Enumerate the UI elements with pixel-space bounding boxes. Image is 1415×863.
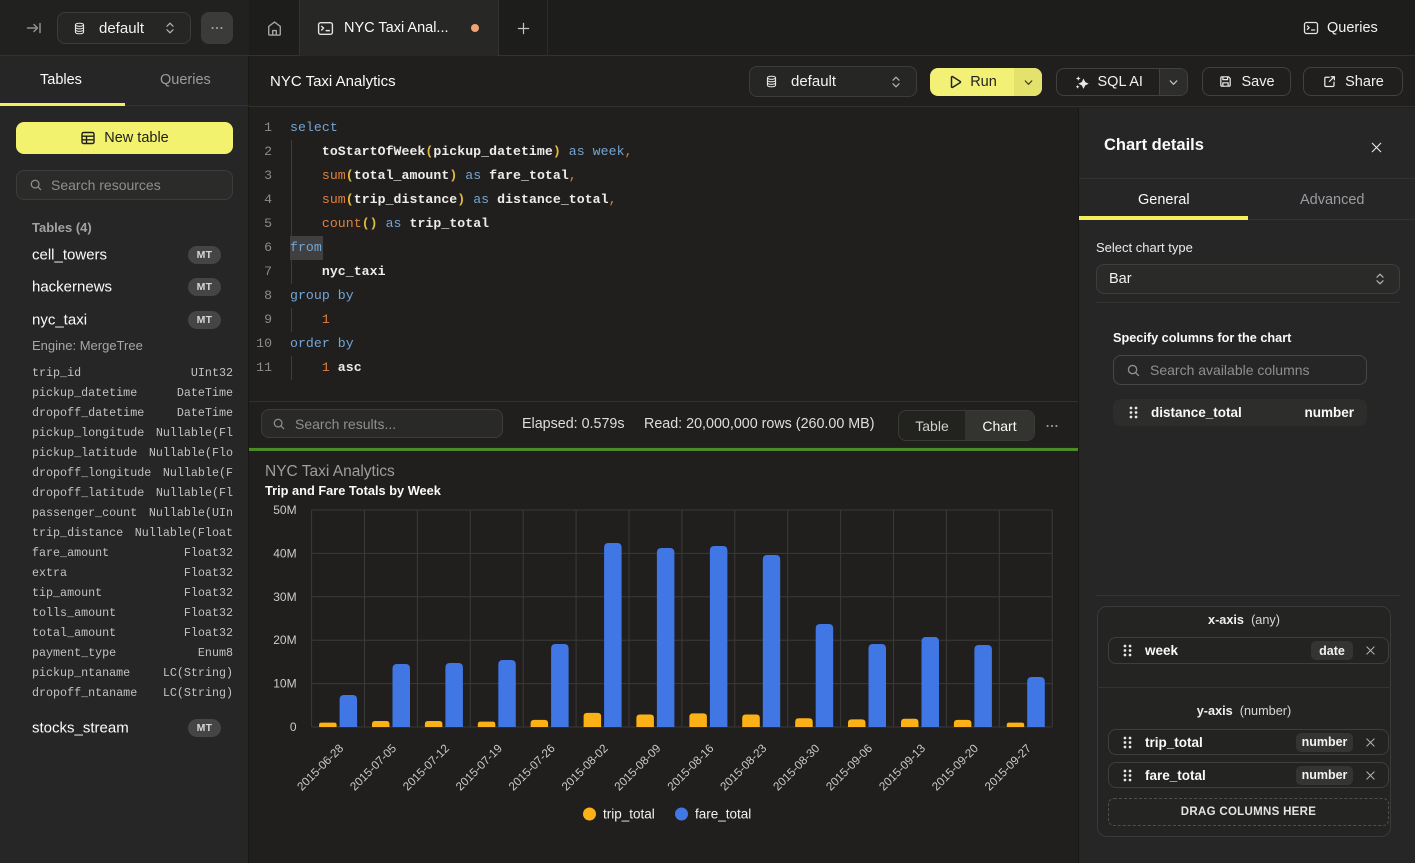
svg-text:2015-08-09: 2015-08-09 (612, 742, 663, 793)
svg-text:50M: 50M (273, 503, 296, 517)
svg-text:2015-09-20: 2015-09-20 (930, 742, 982, 794)
svg-text:2015-07-19: 2015-07-19 (453, 742, 504, 793)
svg-text:2015-09-06: 2015-09-06 (824, 742, 875, 793)
svg-text:0: 0 (290, 720, 297, 734)
svg-text:40M: 40M (273, 546, 296, 560)
svg-text:10M: 10M (273, 677, 296, 691)
svg-text:2015-09-27: 2015-09-27 (982, 742, 1033, 793)
svg-text:2015-09-13: 2015-09-13 (877, 742, 928, 793)
svg-text:2015-07-12: 2015-07-12 (401, 742, 452, 793)
svg-text:20M: 20M (273, 633, 296, 647)
svg-text:2015-08-30: 2015-08-30 (771, 742, 823, 794)
svg-text:2015-07-05: 2015-07-05 (348, 742, 400, 794)
svg-text:2015-06-28: 2015-06-28 (295, 742, 346, 793)
svg-text:2015-08-23: 2015-08-23 (718, 742, 769, 793)
svg-text:trip_total: trip_total (603, 807, 655, 822)
svg-text:2015-08-02: 2015-08-02 (559, 742, 610, 793)
svg-text:2015-08-16: 2015-08-16 (665, 742, 716, 793)
svg-text:2015-07-26: 2015-07-26 (506, 742, 557, 793)
svg-text:30M: 30M (273, 590, 296, 604)
svg-text:fare_total: fare_total (695, 807, 751, 822)
